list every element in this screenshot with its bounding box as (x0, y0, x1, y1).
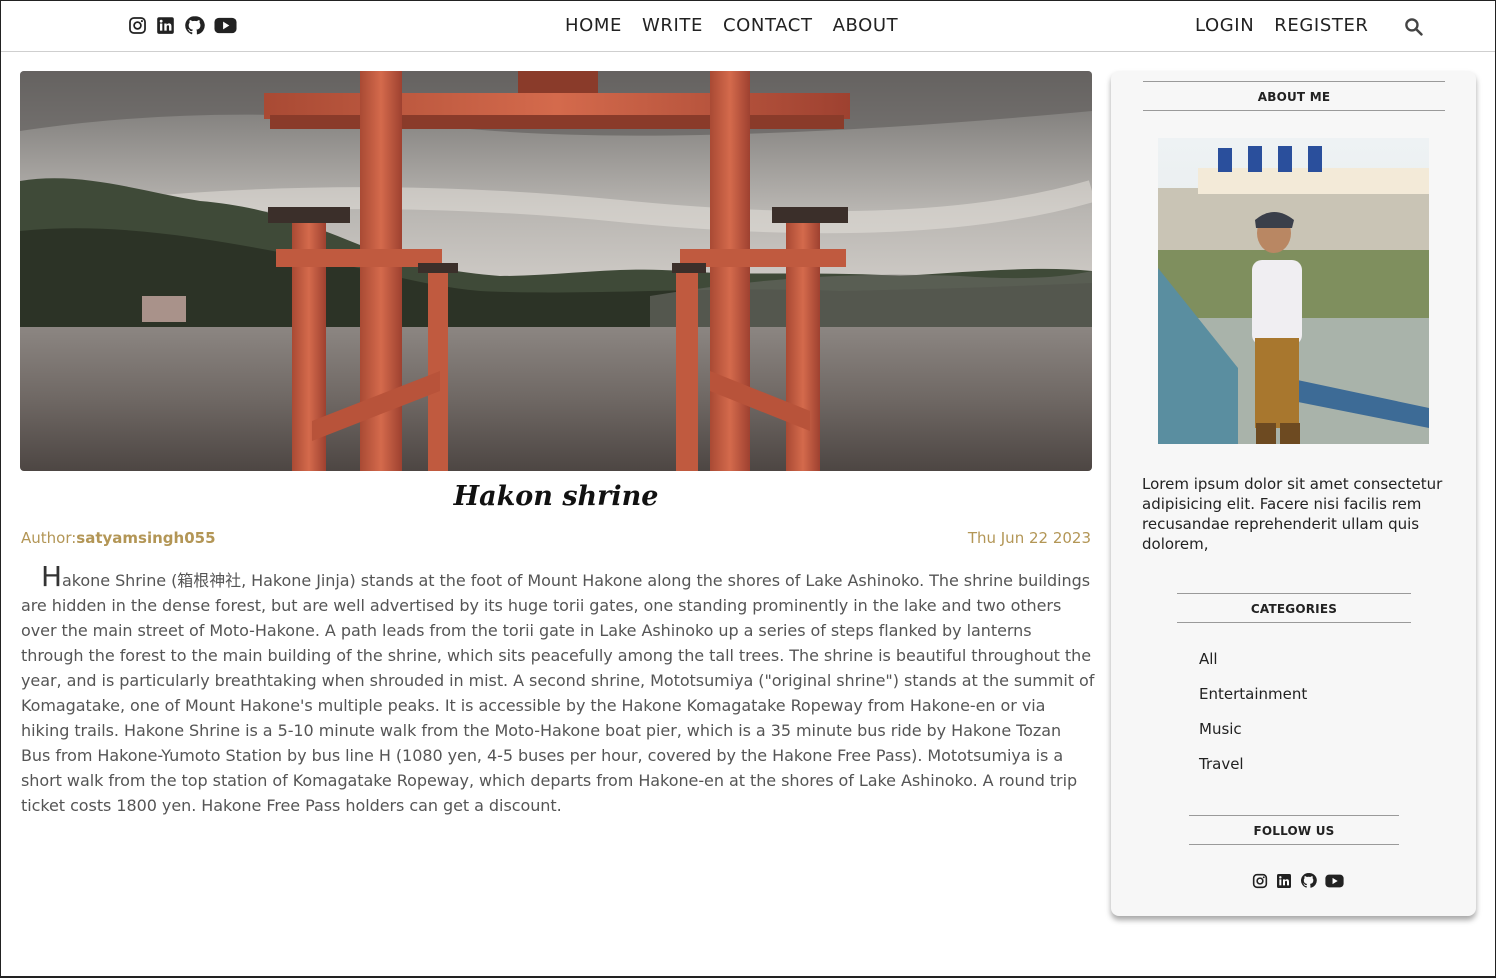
post-body-text: akone Shrine (箱根神社, Hakone Jinja) stands… (21, 571, 1095, 815)
linkedin-icon[interactable] (156, 16, 175, 35)
profile-photo (1158, 138, 1429, 444)
categories-list: All Entertainment Music Travel (1199, 650, 1307, 790)
category-item-music[interactable]: Music (1199, 720, 1307, 755)
follow-us-heading: FOLLOW US (1189, 815, 1399, 845)
linkedin-icon[interactable] (1276, 873, 1292, 893)
login-link[interactable]: LOGIN (1195, 15, 1254, 36)
nav-write[interactable]: WRITE (642, 15, 703, 36)
category-item-all[interactable]: All (1199, 650, 1307, 685)
about-me-heading: ABOUT ME (1143, 81, 1445, 111)
category-item-travel[interactable]: Travel (1199, 755, 1307, 790)
post-image (20, 71, 1092, 471)
instagram-icon[interactable] (1252, 873, 1268, 893)
post-body: Hakone Shrine (箱根神社, Hakone Jinja) stand… (21, 563, 1095, 818)
nav-about[interactable]: ABOUT (833, 15, 899, 36)
about-me-text: Lorem ipsum dolor sit amet consectetur a… (1142, 475, 1443, 553)
nav-home[interactable]: HOME (565, 15, 622, 36)
instagram-icon[interactable] (128, 16, 147, 35)
post-date: Thu Jun 22 2023 (967, 529, 1091, 547)
search-icon[interactable] (1404, 17, 1423, 40)
youtube-icon[interactable] (214, 16, 237, 35)
github-icon[interactable] (184, 15, 205, 36)
categories-heading: CATEGORIES (1177, 593, 1411, 623)
follow-icons (1252, 872, 1344, 893)
post-title: Hakon shrine (453, 481, 659, 512)
sidebar: ABOUT ME Lorem ipsum dolor sit amet cons… (1111, 71, 1476, 916)
drop-cap: H (41, 560, 63, 593)
social-links (128, 15, 237, 36)
register-link[interactable]: REGISTER (1274, 15, 1368, 36)
post-author: Author:satyamsingh055 (21, 529, 216, 547)
author-name[interactable]: satyamsingh055 (76, 529, 215, 547)
category-item-entertainment[interactable]: Entertainment (1199, 685, 1307, 720)
top-bar: HOME WRITE CONTACT ABOUT LOGIN REGISTER (1, 1, 1495, 52)
nav-contact[interactable]: CONTACT (723, 15, 813, 36)
main-nav: HOME WRITE CONTACT ABOUT (565, 15, 898, 36)
youtube-icon[interactable] (1325, 873, 1344, 893)
auth-links: LOGIN REGISTER (1195, 15, 1369, 36)
author-label: Author: (21, 529, 77, 547)
github-icon[interactable] (1300, 872, 1317, 893)
